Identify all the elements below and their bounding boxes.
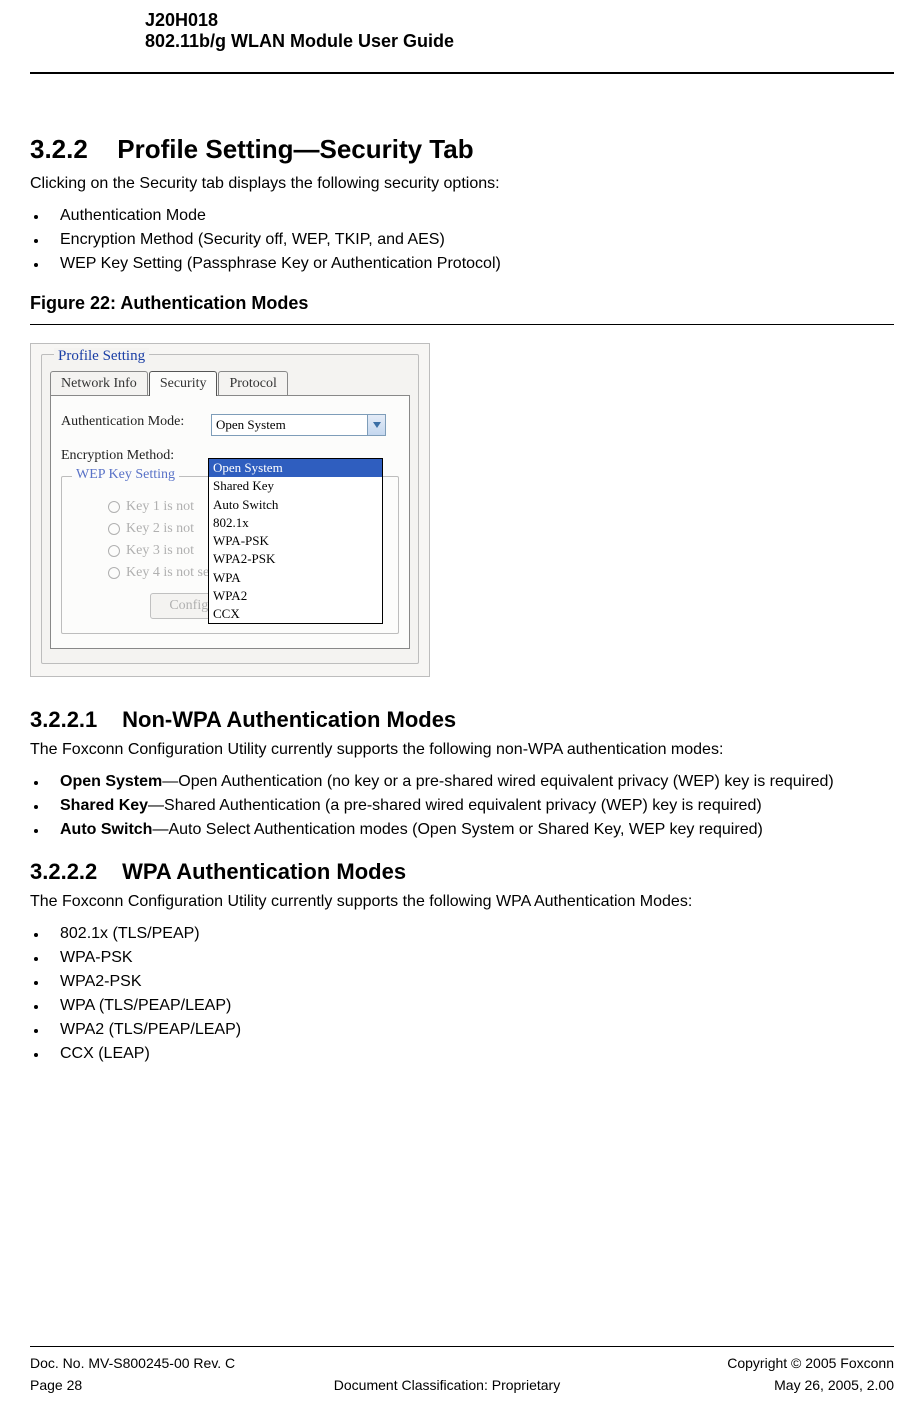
figure-rule <box>30 324 894 325</box>
wep-legend: WEP Key Setting <box>72 467 179 483</box>
fieldset-legend: Profile Setting <box>54 348 149 365</box>
bullet-icon <box>34 805 38 809</box>
section-heading-3221: 3.2.2.1 Non-WPA Authentication Modes <box>30 707 894 733</box>
footer-date: May 26, 2005, 2.00 <box>714 1377 894 1393</box>
header-model: J20H018 <box>145 10 894 31</box>
bullet-icon <box>34 829 38 833</box>
bullet-icon <box>34 1005 38 1009</box>
label-encryption: Encryption Method: <box>61 448 211 464</box>
document-footer: Doc. No. MV-S800245-00 Rev. C Copyright … <box>30 1346 894 1417</box>
label-auth-mode: Authentication Mode: <box>61 414 211 430</box>
bullet-list-wpa: 802.1x (TLS/PEAP) WPA-PSK WPA2-PSK WPA (… <box>30 925 894 1063</box>
radio-icon <box>108 545 120 557</box>
footer-page: Page 28 <box>30 1377 180 1393</box>
tab-panel-security: Authentication Mode: Open System Encrypt… <box>50 395 410 649</box>
section-title: WPA Authentication Modes <box>122 859 406 884</box>
listbox-item-ccx[interactable]: CCX <box>209 605 382 623</box>
section-title: Profile Setting—Security Tab <box>117 134 473 164</box>
radio-icon <box>108 501 120 513</box>
list-item: Authentication Mode <box>30 207 894 225</box>
listbox-auth-mode[interactable]: Open System Shared Key Auto Switch 802.1… <box>208 458 383 624</box>
listbox-item-auto-switch[interactable]: Auto Switch <box>209 496 382 514</box>
footer-doc-no: Doc. No. MV-S800245-00 Rev. C <box>30 1355 235 1371</box>
tab-security[interactable]: Security <box>149 371 218 396</box>
bullet-icon <box>34 957 38 961</box>
bullet-list-security-options: Authentication Mode Encryption Method (S… <box>30 207 894 273</box>
listbox-item-wpa-psk[interactable]: WPA-PSK <box>209 532 382 550</box>
listbox-item-wpa[interactable]: WPA <box>209 569 382 587</box>
list-item: Open System—Open Authentication (no key … <box>30 773 894 791</box>
fieldset-profile-setting: Profile Setting Network Info Security Pr… <box>41 354 419 664</box>
section-intro: The Foxconn Configuration Utility curren… <box>30 893 894 911</box>
footer-copyright: Copyright © 2005 Foxconn <box>727 1355 894 1371</box>
combo-auth-mode[interactable]: Open System <box>211 414 386 436</box>
list-item: CCX (LEAP) <box>30 1045 894 1063</box>
list-item: Auto Switch—Auto Select Authentication m… <box>30 821 894 839</box>
chevron-down-icon[interactable] <box>367 415 385 435</box>
list-item: WPA-PSK <box>30 949 894 967</box>
form-row-auth-mode: Authentication Mode: Open System <box>61 414 399 436</box>
tab-protocol[interactable]: Protocol <box>218 371 287 395</box>
listbox-item-open-system[interactable]: Open System <box>209 459 382 477</box>
section-number: 3.2.2 <box>30 134 110 165</box>
radio-icon <box>108 567 120 579</box>
section-intro: The Foxconn Configuration Utility curren… <box>30 741 894 759</box>
bullet-icon <box>34 981 38 985</box>
radio-icon <box>108 523 120 535</box>
bullet-icon <box>34 1053 38 1057</box>
bullet-icon <box>34 239 38 243</box>
listbox-item-wpa2[interactable]: WPA2 <box>209 587 382 605</box>
bullet-icon <box>34 933 38 937</box>
section-intro: Clicking on the Security tab displays th… <box>30 175 894 193</box>
section-heading-322: 3.2.2 Profile Setting—Security Tab <box>30 134 894 165</box>
list-item: Shared Key—Shared Authentication (a pre-… <box>30 797 894 815</box>
combo-value: Open System <box>216 417 286 433</box>
section-number: 3.2.2.2 <box>30 859 116 885</box>
bullet-icon <box>34 215 38 219</box>
document-body: 3.2.2 Profile Setting—Security Tab Click… <box>30 74 894 1346</box>
listbox-item-8021x[interactable]: 802.1x <box>209 514 382 532</box>
section-heading-3222: 3.2.2.2 WPA Authentication Modes <box>30 859 894 885</box>
tab-network-info[interactable]: Network Info <box>50 371 148 395</box>
header-title: 802.11b/g WLAN Module User Guide <box>145 31 894 52</box>
document-header: J20H018 802.11b/g WLAN Module User Guide <box>30 0 894 74</box>
bullet-icon <box>34 781 38 785</box>
list-item: Encryption Method (Security off, WEP, TK… <box>30 231 894 249</box>
list-item: 802.1x (TLS/PEAP) <box>30 925 894 943</box>
list-item: WPA (TLS/PEAP/LEAP) <box>30 997 894 1015</box>
bullet-list-nonwpa: Open System—Open Authentication (no key … <box>30 773 894 839</box>
tab-row: Network Info Security Protocol <box>50 371 410 395</box>
list-item: WPA2 (TLS/PEAP/LEAP) <box>30 1021 894 1039</box>
screenshot-profile-setting: Profile Setting Network Info Security Pr… <box>30 343 430 677</box>
bullet-icon <box>34 1029 38 1033</box>
list-item: WEP Key Setting (Passphrase Key or Authe… <box>30 255 894 273</box>
bullet-icon <box>34 263 38 267</box>
footer-classification: Document Classification: Proprietary <box>180 1377 714 1393</box>
list-item: WPA2-PSK <box>30 973 894 991</box>
section-number: 3.2.2.1 <box>30 707 116 733</box>
section-title: Non-WPA Authentication Modes <box>122 707 456 732</box>
figure-caption: Figure 22: Authentication Modes <box>30 293 894 314</box>
listbox-item-wpa2-psk[interactable]: WPA2-PSK <box>209 550 382 568</box>
listbox-item-shared-key[interactable]: Shared Key <box>209 477 382 495</box>
